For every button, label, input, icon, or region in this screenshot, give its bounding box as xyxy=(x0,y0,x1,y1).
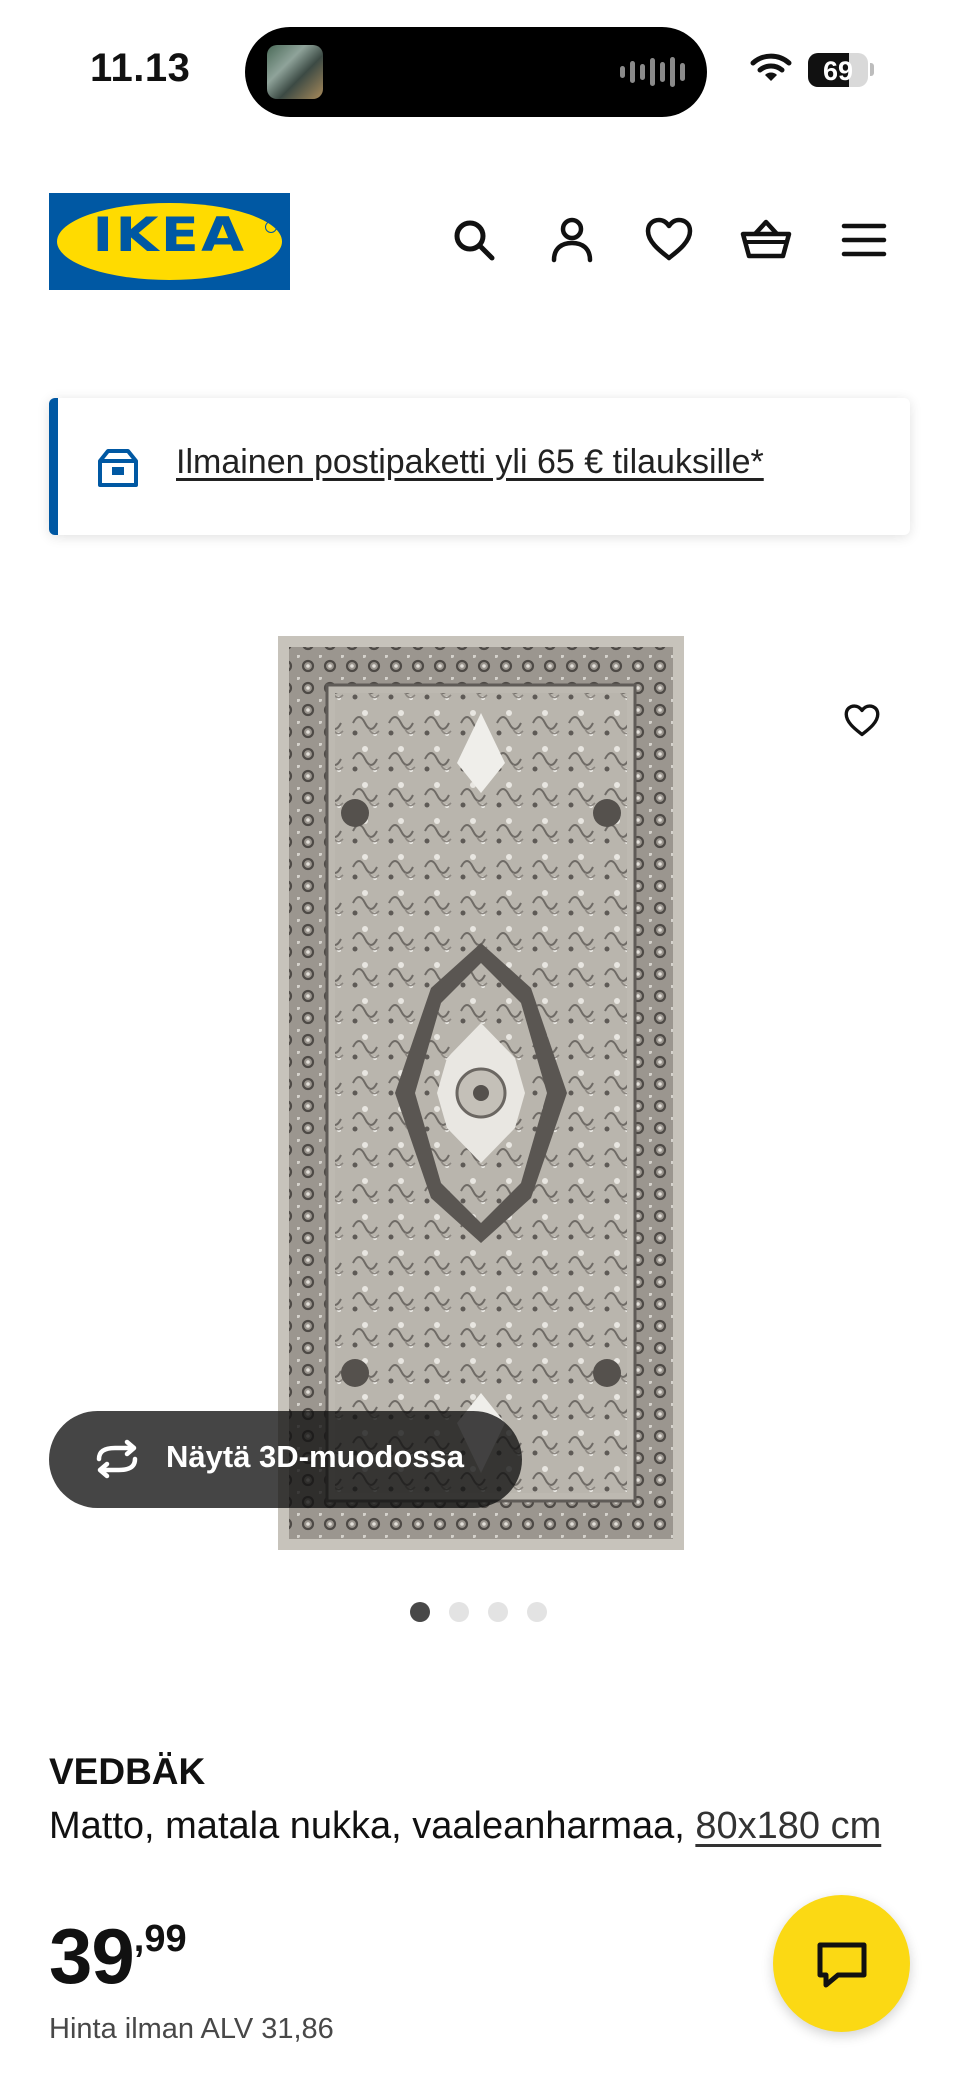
add-to-favourites-button[interactable] xyxy=(820,679,904,763)
basket-icon[interactable] xyxy=(738,212,794,268)
price-decimal: ,99 xyxy=(133,1918,187,1960)
gallery-dot-2[interactable] xyxy=(449,1602,469,1622)
dynamic-island[interactable] xyxy=(245,27,707,117)
price-integer: 39 xyxy=(49,1912,135,2000)
gallery-pagination xyxy=(410,1602,547,1622)
logo-text: IKEA xyxy=(92,208,247,263)
heart-icon[interactable] xyxy=(641,212,697,268)
gallery-dot-1[interactable] xyxy=(410,1602,430,1622)
product-description-block: Matto, matala nukka, vaaleanharmaa, 80x1… xyxy=(49,1801,909,1851)
search-icon[interactable] xyxy=(446,212,502,268)
menu-icon[interactable] xyxy=(836,212,892,268)
product-name: VEDBÄK xyxy=(49,1751,206,1792)
rotate-3d-icon xyxy=(96,1439,138,1479)
product-price: 39,99 xyxy=(49,1911,187,2002)
battery-percent: 69 xyxy=(822,56,854,86)
battery-tip xyxy=(870,63,874,76)
banner-link[interactable]: Ilmainen postipaketti yli 65 € tilauksil… xyxy=(176,443,764,482)
battery-indicator: 69 xyxy=(808,53,868,87)
chat-bubble-icon xyxy=(817,1942,867,1988)
registered-mark-icon xyxy=(265,221,277,233)
product-size-link[interactable]: 80x180 cm xyxy=(695,1805,881,1847)
banner-accent xyxy=(49,398,58,535)
gallery-dot-3[interactable] xyxy=(488,1602,508,1622)
wifi-icon xyxy=(750,53,792,81)
view-in-3d-button[interactable]: Näytä 3D-muodossa xyxy=(49,1411,522,1508)
product-description: Matto, matala nukka, vaaleanharmaa, xyxy=(49,1805,685,1847)
free-shipping-banner[interactable]: Ilmainen postipaketti yli 65 € tilauksil… xyxy=(49,398,910,535)
view-in-3d-label: Näytä 3D-muodossa xyxy=(166,1439,465,1474)
chat-button[interactable] xyxy=(773,1895,910,2032)
audio-waveform-icon xyxy=(620,54,685,90)
ikea-logo[interactable]: IKEA xyxy=(49,193,290,290)
status-time: 11.13 xyxy=(90,46,191,90)
now-playing-thumbnail xyxy=(267,45,323,99)
heart-icon xyxy=(844,704,880,737)
parcel-icon xyxy=(98,449,138,487)
profile-icon[interactable] xyxy=(544,212,600,268)
price-excluding-vat: Hinta ilman ALV 31,86 xyxy=(49,2013,334,2045)
gallery-dot-4[interactable] xyxy=(527,1602,547,1622)
